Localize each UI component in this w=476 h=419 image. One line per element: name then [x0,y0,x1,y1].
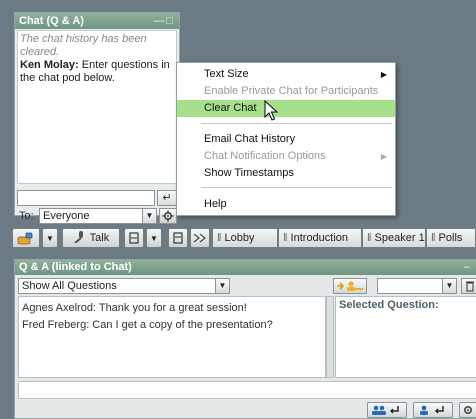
qa-pod-window-controls[interactable]: – [464,260,470,275]
question-filter-select[interactable]: Show All Questions ▼ [18,278,230,294]
document-icon [173,232,183,244]
layout-icon [193,233,206,243]
menu-item-clear-chat[interactable]: Clear Chat [177,100,395,117]
presenter-select[interactable]: ▼ [377,278,457,294]
menu-item-chat-notification-options: Chat Notification Options ▶ [177,148,395,165]
answer-input[interactable] [18,381,476,399]
enter-icon: ↵ [162,192,172,204]
phone-button[interactable] [124,228,144,248]
assign-user-icon [337,281,363,291]
phone-dropdown-button[interactable]: ▼ [146,228,162,248]
gear-icon [162,210,174,222]
delete-question-button[interactable] [461,278,476,294]
questions-list[interactable]: Agnes Axelrod: Thank you for a great ses… [18,296,326,378]
chat-input-row: ↵ [17,190,177,206]
qa-pod-title-bar[interactable]: Q & A (linked to Chat) – [15,260,476,275]
chat-options-button[interactable] [159,208,177,224]
chat-pod-window-controls[interactable]: —□ [153,13,175,29]
chevron-down-icon[interactable]: ▼ [442,279,456,293]
chevron-down-icon: ▼ [46,234,54,243]
submenu-arrow-icon: ▶ [380,152,387,161]
mouse-pointer-icon [264,100,279,121]
tab-grip-icon: ‖ [217,232,222,244]
tab-polls[interactable]: ‖ Polls [426,228,476,248]
submenu-arrow-icon: ▶ [380,70,387,79]
chat-context-menu: Text Size ▶ Enable Private Chat for Part… [176,62,396,216]
to-label: To: [19,210,34,222]
tab-grip-icon: ‖ [431,232,436,244]
user-send-icon [420,405,444,415]
menu-item-help[interactable]: Help [177,196,395,213]
menu-item-show-timestamps[interactable]: Show Timestamps [177,165,395,182]
menu-separator [201,123,392,124]
recipient-value: Everyone [43,210,90,222]
talk-label: Talk [89,232,110,244]
chat-message-input[interactable] [17,190,155,206]
qa-options-button[interactable] [459,402,476,418]
recipient-select[interactable]: Everyone ▼ [39,208,157,224]
chevron-down-icon: ▼ [150,234,158,243]
phone-icon [129,232,139,244]
tab-introduction[interactable]: ‖ Introduction [278,228,362,248]
microphone-icon [74,231,83,244]
chat-message: Ken Molay: Enter questions in the chat p… [20,59,174,85]
list-item[interactable]: Fred Freberg: Can I get a copy of the pr… [22,317,322,334]
chat-message-author: Ken Molay: [20,59,79,71]
send-to-all-button[interactable] [367,402,407,418]
menu-item-text-size[interactable]: Text Size ▶ [177,66,395,83]
question-filter-value: Show All Questions [22,280,117,292]
chat-recipient-row: To: Everyone ▼ [17,208,177,224]
group-send-icon [372,405,399,415]
hand-raise-icon [17,232,33,245]
chat-pod-title: Chat (Q & A) [19,15,84,27]
menu-item-enable-private-chat: Enable Private Chat for Participants [204,85,379,97]
questions-scrollbar[interactable] [326,296,334,378]
chat-pod: Chat (Q & A) —□ The chat history has bee… [14,12,180,224]
assign-question-button[interactable] [333,278,367,294]
selected-question-panel: Selected Question: [335,296,476,378]
selected-question-header: Selected Question: [339,299,439,311]
menu-item-email-chat-history[interactable]: Email Chat History [177,131,395,148]
talk-button[interactable]: Talk [62,228,120,248]
status-button[interactable] [12,228,40,248]
qa-pod-title: Q & A (linked to Chat) [19,261,132,273]
gear-icon [463,405,473,415]
tab-grip-icon: ‖ [283,232,288,244]
tab-lobby[interactable]: ‖ Lobby [212,228,278,248]
layout-button[interactable] [190,228,210,248]
qa-pod: Q & A (linked to Chat) – Show All Questi… [14,259,476,419]
send-privately-button[interactable] [413,402,453,418]
menu-separator [201,187,392,188]
share-button[interactable] [168,228,188,248]
status-dropdown-button[interactable]: ▼ [42,228,58,248]
chevron-down-icon[interactable]: ▼ [215,279,229,293]
meeting-toolbar: ▼ Talk ▼ ‖ Lobby ‖ Introduction ‖ Speaker 1… [12,228,476,250]
chat-system-message: The chat history has been cleared. [20,33,147,58]
trash-icon [466,281,474,292]
chevron-down-icon[interactable]: ▼ [142,209,156,223]
tab-grip-icon: ‖ [367,232,372,244]
tab-speaker-1[interactable]: ‖ Speaker 1 [362,228,426,248]
chat-pod-title-bar[interactable]: Chat (Q & A) —□ [15,13,179,29]
send-message-button[interactable]: ↵ [157,190,177,206]
list-item[interactable]: Agnes Axelrod: Thank you for a great ses… [22,300,322,317]
chat-history[interactable]: The chat history has been cleared. Ken M… [17,30,177,184]
